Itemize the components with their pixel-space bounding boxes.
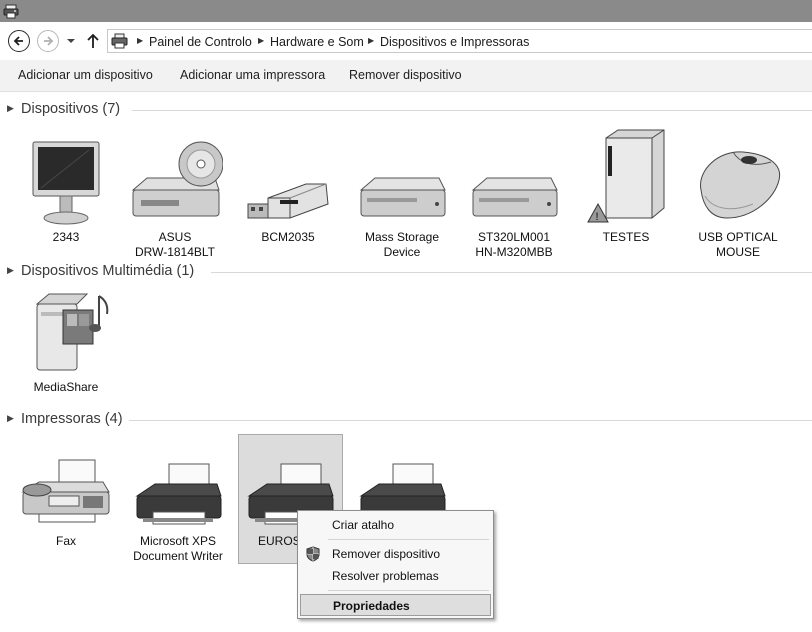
add-device-button[interactable]: Adicionar um dispositivo: [18, 68, 153, 82]
group-header-printers[interactable]: Impressoras (4): [21, 411, 123, 427]
collapse-chevron-icon[interactable]: ▶: [7, 265, 14, 276]
usb-dongle-icon: [238, 138, 338, 226]
printer-control-panel-icon[interactable]: [3, 3, 19, 19]
device-item[interactable]: 2343: [16, 138, 116, 245]
device-label: ST320LM001 HN-M320MBB: [475, 230, 553, 259]
device-label: BCM2035: [261, 230, 315, 244]
navigation-bar: ▶ Painel de Controlo ▶ Hardware e Som ▶ …: [0, 22, 812, 60]
menu-separator: [328, 590, 489, 591]
device-label: Microsoft XPS Document Writer: [133, 534, 223, 563]
device-item[interactable]: ! TESTES: [576, 126, 676, 245]
group-header-multimedia[interactable]: Dispositivos Multimédia (1): [21, 263, 194, 279]
chevron-down-icon[interactable]: [66, 37, 76, 45]
printer-icon: [128, 442, 228, 530]
hard-drive-icon: [464, 138, 564, 226]
group-divider: [129, 420, 812, 421]
menu-separator: [328, 539, 489, 540]
device-label: USB OPTICAL MOUSE: [698, 230, 778, 259]
optical-drive-icon: [125, 138, 225, 226]
address-bar[interactable]: ▶ Painel de Controlo ▶ Hardware e Som ▶ …: [107, 29, 812, 53]
collapse-chevron-icon[interactable]: ▶: [7, 413, 14, 424]
breadcrumb-hardware-e-som[interactable]: Hardware e Som: [270, 35, 364, 49]
device-item[interactable]: Fax: [16, 442, 116, 549]
menu-item-properties[interactable]: Propriedades: [300, 594, 491, 616]
group-divider: [132, 110, 812, 111]
svg-text:!: !: [596, 211, 599, 223]
menu-item-label: Criar atalho: [332, 518, 395, 532]
collapse-chevron-icon[interactable]: ▶: [7, 103, 14, 114]
breadcrumb-painel-de-controlo[interactable]: Painel de Controlo: [149, 35, 252, 49]
breadcrumb-separator-icon[interactable]: ▶: [258, 36, 264, 45]
menu-item-label: Propriedades: [333, 599, 410, 613]
device-item[interactable]: MediaShare: [16, 288, 116, 395]
device-label: 2343: [52, 230, 80, 244]
device-label: ASUS DRW-1814BLT: [134, 230, 216, 259]
device-label: Mass Storage Device: [364, 230, 440, 259]
remove-device-button[interactable]: Remover dispositivo: [349, 68, 462, 82]
device-item[interactable]: BCM2035: [238, 138, 338, 245]
device-label: Fax: [55, 534, 76, 548]
mouse-icon: [688, 138, 788, 226]
breadcrumb-dispositivos-e-impressoras[interactable]: Dispositivos e Impressoras: [380, 35, 529, 49]
monitor-icon: [16, 138, 116, 226]
add-printer-button[interactable]: Adicionar uma impressora: [180, 68, 325, 82]
title-bar: [0, 0, 812, 22]
device-item[interactable]: USB OPTICAL MOUSE: [688, 138, 788, 260]
group-title: Impressoras (4): [21, 411, 123, 427]
device-label: MediaShare: [33, 380, 99, 394]
forward-button[interactable]: [37, 30, 59, 52]
fax-icon: [16, 442, 116, 530]
forward-arrow-icon: [44, 36, 54, 46]
up-arrow-icon[interactable]: [86, 32, 100, 50]
device-label: TESTES: [602, 230, 650, 244]
group-divider: [211, 272, 812, 273]
media-server-icon: [16, 288, 116, 376]
command-bar: Adicionar um dispositivo Adicionar uma i…: [0, 60, 812, 92]
uac-shield-icon: [306, 546, 320, 565]
device-item[interactable]: Microsoft XPS Document Writer: [128, 442, 228, 564]
device-item[interactable]: Mass Storage Device: [352, 138, 452, 260]
menu-item-create-shortcut[interactable]: Criar atalho: [298, 514, 493, 536]
menu-item-remove-device[interactable]: Remover dispositivo: [298, 543, 493, 565]
breadcrumb-separator-icon[interactable]: ▶: [137, 36, 143, 45]
group-title: Dispositivos Multimédia (1): [21, 263, 195, 279]
hard-drive-icon: [352, 138, 452, 226]
context-menu: Criar atalho Remover dispositivo Resolve…: [297, 510, 494, 619]
computer-tower-warning-icon: !: [576, 126, 676, 226]
breadcrumb-separator-icon[interactable]: ▶: [368, 36, 374, 45]
device-item[interactable]: ASUS DRW-1814BLT: [125, 138, 225, 260]
group-title: Dispositivos (7): [21, 101, 121, 117]
group-header-devices[interactable]: Dispositivos (7): [21, 101, 120, 117]
devices-printers-icon: [111, 33, 129, 52]
back-arrow-icon: [13, 36, 23, 46]
menu-item-troubleshoot[interactable]: Resolver problemas: [298, 565, 493, 587]
menu-item-label: Remover dispositivo: [332, 547, 441, 561]
device-item[interactable]: ST320LM001 HN-M320MBB: [464, 138, 564, 260]
menu-item-label: Resolver problemas: [332, 569, 439, 583]
back-button[interactable]: [8, 30, 30, 52]
